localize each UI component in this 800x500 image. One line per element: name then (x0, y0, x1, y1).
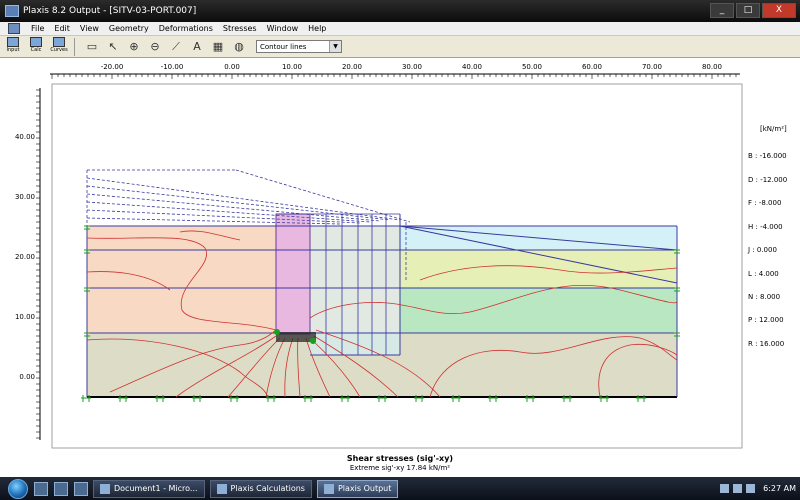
menu-geometry[interactable]: Geometry (104, 24, 154, 33)
taskbar-item-document1[interactable]: Document1 - Micro... (93, 479, 205, 498)
chevron-down-icon[interactable]: ▼ (329, 41, 341, 52)
output-canvas[interactable]: -20.00 -10.00 0.00 10.00 20.00 30.00 40.… (0, 58, 800, 477)
input-button[interactable]: Input (3, 36, 23, 57)
security-icon[interactable] (746, 484, 756, 493)
y-ruler-ticks (36, 89, 40, 439)
text-size-icon[interactable]: A (188, 38, 206, 56)
word-icon (100, 483, 110, 494)
window-controls: _ □ X (710, 3, 796, 18)
input-icon (7, 36, 19, 47)
right-layer-2 (400, 250, 677, 288)
y-ruler-label: 30.00 (15, 193, 35, 201)
toolbar-separator (74, 37, 75, 56)
x-ruler-label: 20.00 (342, 63, 362, 71)
system-tray: 6:27 AM (720, 480, 796, 497)
curves-button[interactable]: Curves (49, 36, 69, 57)
plot-caption-extreme: Extreme sig'-xy 17.84 kN/m² (349, 464, 451, 472)
calc-icon (30, 36, 42, 47)
legend-item: F : -8.000 (748, 199, 782, 207)
x-ruler-label: 80.00 (702, 63, 722, 71)
legend-item: J : 0.000 (748, 246, 777, 254)
y-ruler-label: 10.00 (15, 313, 35, 321)
legend-item: B : -16.000 (748, 152, 787, 160)
minimize-button[interactable]: _ (710, 3, 734, 18)
right-layer-3 (400, 288, 677, 333)
plot-caption-title: Shear stresses (sig'-xy) (346, 454, 454, 463)
title-bar: Plaxis 8.2 Output - [SITV-03-PORT.007] _… (0, 0, 800, 22)
document-icon[interactable] (8, 23, 20, 34)
legend-item: L : 4.000 (748, 270, 779, 278)
curves-icon (53, 36, 65, 47)
volume-icon[interactable] (733, 484, 743, 493)
x-ruler-label: 0.00 (224, 63, 240, 71)
start-button[interactable] (8, 478, 28, 499)
view-type-select[interactable]: Contour lines ▼ (256, 40, 342, 53)
table-icon[interactable]: ▦ (209, 38, 227, 56)
y-ruler-label: 20.00 (15, 253, 35, 261)
pointer-icon[interactable]: ↖ (104, 38, 122, 56)
x-ruler-label: -10.00 (161, 63, 184, 71)
cross-section-icon[interactable]: ⟋ (167, 38, 185, 56)
x-ruler-label: -20.00 (101, 63, 124, 71)
y-ruler-label: 40.00 (15, 133, 35, 141)
legend-item: N : 8.000 (748, 293, 781, 301)
quick-launch-browser-icon[interactable] (74, 481, 88, 496)
clock[interactable]: 6:27 AM (763, 484, 796, 493)
menu-window[interactable]: Window (262, 24, 304, 33)
legend-item: R : 16.000 (748, 340, 785, 348)
zoom-out-icon[interactable]: ⊖ (146, 38, 164, 56)
taskbar-item-label: Document1 - Micro... (114, 484, 198, 493)
plaxis-calc-icon (216, 483, 227, 494)
legend-item: D : -12.000 (748, 176, 788, 184)
taskbar: Document1 - Micro... Plaxis Calculations… (0, 477, 800, 500)
zoom-in-icon[interactable]: ⊕ (125, 38, 143, 56)
model-drawing: -20.00 -10.00 0.00 10.00 20.00 30.00 40.… (15, 63, 743, 449)
menu-deformations[interactable]: Deformations (154, 24, 218, 33)
network-icon[interactable] (720, 484, 730, 493)
x-ruler-label: 30.00 (402, 63, 422, 71)
x-ruler-ticks (51, 74, 737, 79)
x-ruler-labels: -20.00 -10.00 0.00 10.00 20.00 30.00 40.… (101, 63, 722, 71)
legend-item: P : 12.000 (748, 316, 784, 324)
taskbar-item-label: Plaxis Calculations (230, 484, 305, 493)
pile-zone (275, 213, 311, 335)
menu-view[interactable]: View (75, 24, 104, 33)
view-type-value: Contour lines (260, 42, 307, 51)
maximize-button[interactable]: □ (736, 3, 760, 18)
plaxis-app-icon (5, 5, 19, 17)
y-ruler-label: 0.00 (19, 373, 35, 381)
curves-label: Curves (50, 46, 68, 53)
legend-unit: [kN/m²] (760, 125, 787, 133)
calc-button[interactable]: Calc (26, 36, 46, 57)
quick-launch-explorer-icon[interactable] (34, 481, 48, 496)
excavation-zone (310, 226, 400, 355)
menu-edit[interactable]: Edit (49, 24, 75, 33)
input-label: Input (6, 46, 20, 53)
close-button[interactable]: X (762, 3, 796, 18)
legend-item: H : -4.000 (748, 223, 783, 231)
x-ruler-label: 70.00 (642, 63, 662, 71)
menu-bar: File Edit View Geometry Deformations Str… (0, 22, 800, 36)
menu-help[interactable]: Help (303, 24, 331, 33)
quick-launch-desktop-icon[interactable] (54, 481, 68, 496)
calc-label: Calc (30, 46, 42, 53)
window-title: Plaxis 8.2 Output - [SITV-03-PORT.007] (23, 6, 197, 16)
x-ruler-label: 60.00 (582, 63, 602, 71)
globe-icon[interactable]: ◍ (230, 38, 248, 56)
x-ruler-label: 10.00 (282, 63, 302, 71)
taskbar-item-plaxis-calculations[interactable]: Plaxis Calculations (209, 479, 312, 498)
menu-file[interactable]: File (26, 24, 49, 33)
x-ruler-label: 50.00 (522, 63, 542, 71)
y-ruler-labels: 40.00 30.00 20.00 10.00 0.00 (15, 133, 35, 381)
x-ruler-label: 40.00 (462, 63, 482, 71)
plaxis-output-icon (323, 483, 334, 494)
menu-stresses[interactable]: Stresses (218, 24, 262, 33)
toolbar: Input Calc Curves ▭ ↖ ⊕ ⊖ ⟋ A ▦ ◍ Contou… (0, 36, 800, 58)
open-folder-icon[interactable]: ▭ (83, 38, 101, 56)
taskbar-item-label: Plaxis Output (337, 484, 392, 493)
taskbar-item-plaxis-output[interactable]: Plaxis Output (316, 479, 399, 498)
